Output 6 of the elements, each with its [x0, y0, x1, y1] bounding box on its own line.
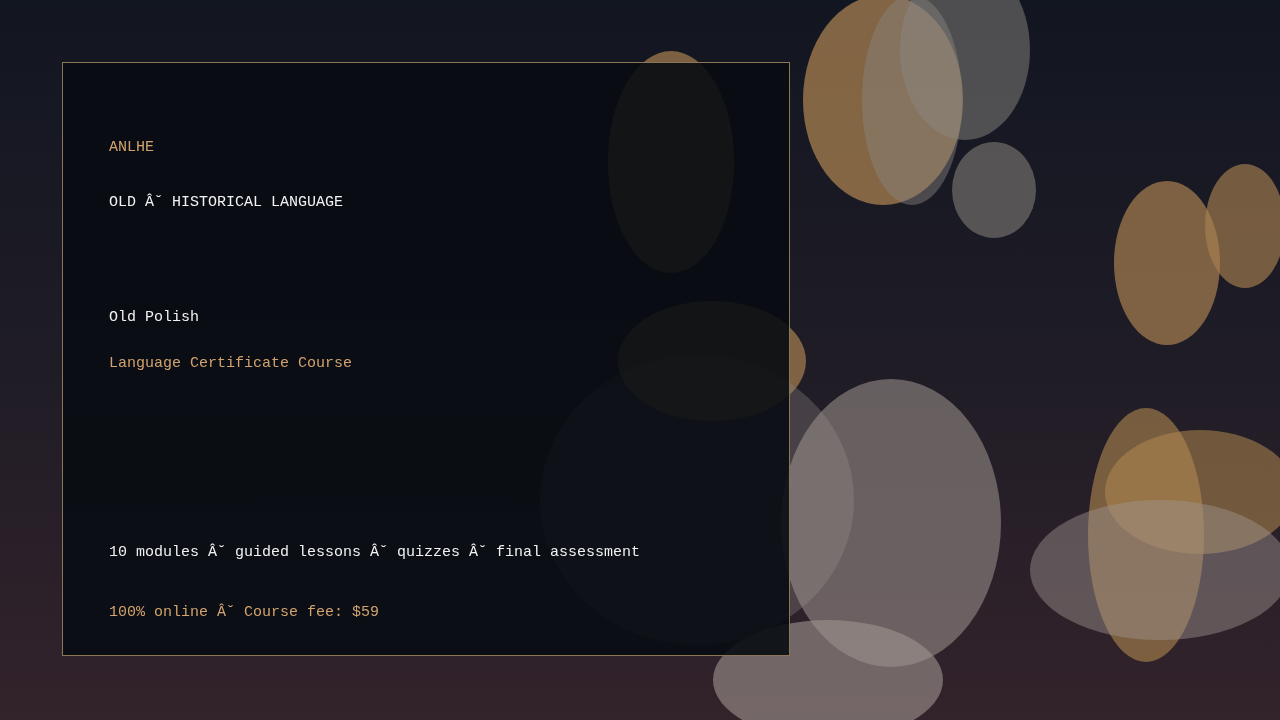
price-line: 100% online Â˘ Course fee: $59 [109, 604, 380, 622]
course-title: Old Polish [109, 309, 199, 327]
tagline: OLD Â˘ HISTORICAL LANGUAGE [109, 194, 344, 212]
course-features: 10 modules Â˘ guided lessons Â˘ quizzes Â˘ final assessment [109, 544, 641, 562]
brand-name: ANLHE [109, 139, 154, 157]
course-subtitle: Language Certificate Course [109, 355, 353, 373]
